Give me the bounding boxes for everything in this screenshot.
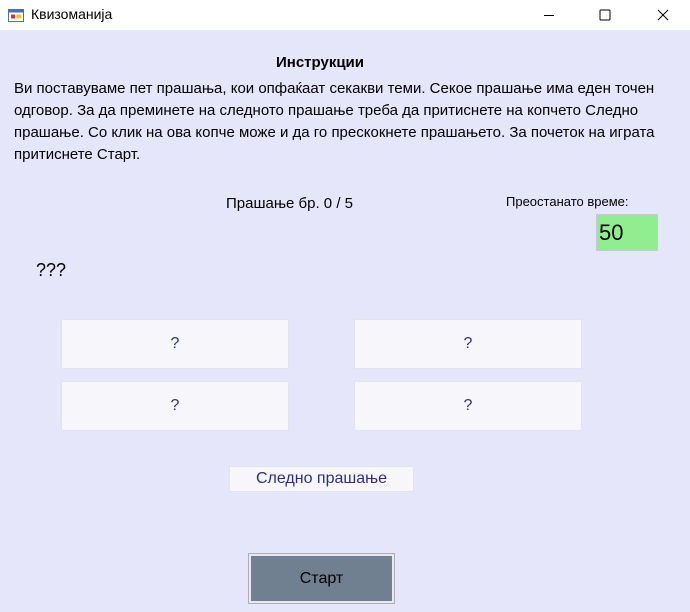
question-text: ???: [36, 260, 67, 280]
minimize-icon: [544, 15, 554, 16]
maximize-icon: [599, 9, 611, 21]
quiz-form: Инструкции Ви поставуваме пет прашања, к…: [0, 30, 690, 612]
instructions-text: Ви поставуваме пет прашања, кои опфаќаат…: [14, 80, 655, 163]
answer-button-1[interactable]: ?: [61, 319, 289, 369]
timer-display: 50: [596, 214, 658, 251]
maximize-button[interactable]: [582, 0, 628, 30]
instructions-heading: Инструкции: [275, 54, 364, 71]
close-button[interactable]: [640, 0, 686, 30]
answer-button-4[interactable]: ?: [354, 381, 582, 431]
start-button[interactable]: Старт: [248, 553, 395, 604]
window-title: Квизоманија: [31, 6, 113, 22]
question-counter: Прашање бр. 0 / 5: [226, 195, 353, 212]
minimize-button[interactable]: [526, 0, 572, 30]
answer-button-2[interactable]: ?: [354, 319, 582, 369]
next-question-button[interactable]: Следно прашање: [229, 466, 414, 492]
answer-button-3[interactable]: ?: [61, 381, 289, 431]
title-bar: Квизоманија: [0, 0, 690, 30]
close-icon: [657, 9, 669, 21]
app-form-icon: [8, 9, 24, 22]
time-remaining-label: Преостанато време:: [506, 194, 629, 209]
